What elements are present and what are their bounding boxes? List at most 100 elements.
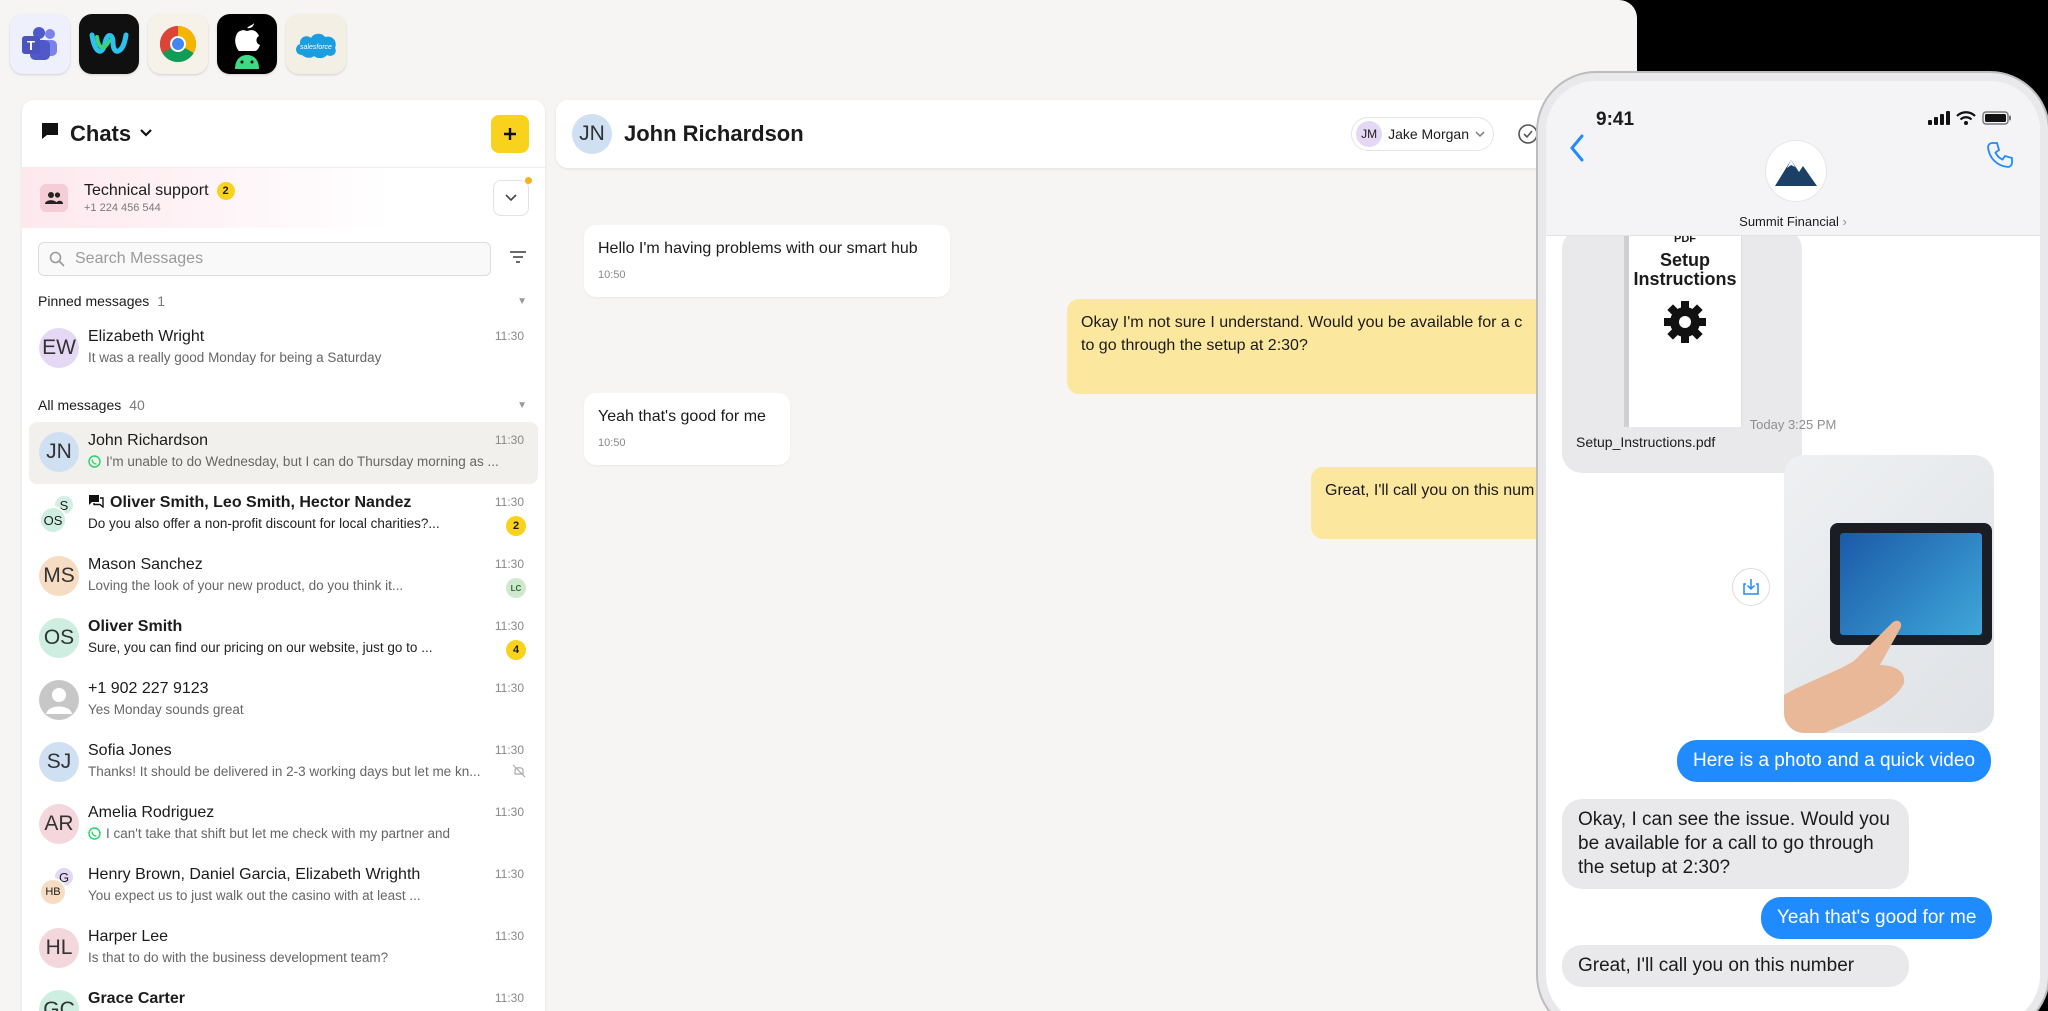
avatar: OS (39, 618, 79, 658)
apple-android-icon[interactable] (217, 14, 277, 74)
assignee-name: Jake Morgan (1388, 126, 1469, 142)
pinned-section-header[interactable]: Pinned messages 1 ▼ (22, 284, 545, 318)
status-icons (1928, 111, 2012, 125)
contact-name: Mason Sanchez (88, 556, 203, 573)
pdf-filename: Setup_Instructions.pdf (1576, 434, 1716, 450)
mountain-logo-icon (1775, 160, 1817, 186)
chats-panel: Chats Technical support 2 +1 224 456 544 (22, 100, 545, 1011)
gear-icon (1629, 299, 1741, 345)
all-messages-section-header[interactable]: All messages 40 ▼ (22, 388, 545, 422)
timestamp: 11:30 (494, 867, 524, 881)
outgoing-imessage: Yeah that's good for me (1761, 897, 1993, 939)
desktop-window: T salesforce Chats Technical support 2 +… (0, 0, 1637, 1011)
contact-name: John Richardson (88, 432, 209, 449)
inbox-unread-badge: 2 (216, 182, 235, 200)
chrome-icon[interactable] (148, 14, 208, 74)
caret-down-icon[interactable]: ▼ (517, 400, 527, 411)
list-item[interactable]: JN John Richardson I'm unable to do Wedn… (29, 422, 538, 484)
avatar: OS (39, 506, 67, 534)
caret-down-icon[interactable]: ▼ (517, 296, 527, 307)
search-row: Search Messages (22, 228, 545, 284)
salesforce-icon[interactable]: salesforce (286, 14, 346, 74)
list-item[interactable]: MS Mason Sanchez Loving the look of your… (29, 546, 538, 608)
timestamp: 11:30 (494, 433, 524, 447)
chevron-down-icon[interactable] (139, 125, 153, 143)
teams-icon[interactable]: T (10, 14, 70, 74)
list-item[interactable]: EW Elizabeth Wright It was a really good… (29, 318, 538, 380)
phone-mockup: PDF Setup Instructions Setup_Instruction… (1538, 73, 2048, 1011)
filter-icon[interactable] (509, 250, 527, 269)
group-avatar: S OS (39, 494, 79, 534)
whatsapp-icon (88, 455, 101, 468)
all-messages-count: 40 (129, 397, 145, 413)
inbox-selector[interactable]: Technical support 2 +1 224 456 544 (22, 168, 545, 228)
svg-text:T: T (27, 38, 35, 53)
inbox-name: Technical support (84, 182, 209, 199)
phone-call-icon[interactable] (1986, 141, 2014, 174)
contact-name: Oliver Smith, Leo Smith, Hector Nandez (88, 494, 526, 512)
list-item[interactable]: GC Grace Carter 11:30 (29, 980, 538, 1011)
chevron-down-icon (1475, 131, 1485, 137)
chats-title[interactable]: Chats (70, 121, 131, 147)
hand-icon (1784, 620, 1905, 733)
contact-name[interactable]: Summit Financial › (1546, 214, 2040, 229)
list-item[interactable]: G HB Henry Brown, Daniel Garcia, Elizabe… (29, 856, 538, 918)
muted-bell-icon (512, 764, 526, 783)
all-messages-label: All messages (38, 397, 122, 413)
search-icon (49, 251, 65, 267)
conversation-panel: JN John Richardson JM Jake Morgan Hello … (556, 100, 1637, 1011)
avatar: JM (1356, 121, 1383, 147)
list-item[interactable]: AR Amelia Rodriguez I can't take that sh… (29, 794, 538, 856)
list-item[interactable]: OS Oliver Smith Sure, you can find our p… (29, 608, 538, 670)
pinned-count: 1 (157, 293, 166, 309)
contact-name: Grace Carter (88, 990, 185, 1007)
download-button[interactable] (1732, 568, 1770, 606)
pdf-title: Setup Instructions (1633, 250, 1737, 289)
pdf-attachment[interactable]: PDF Setup Instructions Setup_Instruction… (1562, 229, 1802, 473)
outgoing-imessage: Here is a photo and a quick video (1677, 740, 1992, 782)
message-preview: Yes Monday sounds great (88, 702, 244, 717)
contact-name: Henry Brown, Daniel Garcia, Elizabeth Wr… (88, 866, 421, 883)
timestamp: 11:30 (494, 495, 524, 509)
status-time: 9:41 (1596, 109, 1635, 130)
message-preview: It was a really good Monday for being a … (88, 350, 382, 365)
group-icon (40, 184, 68, 212)
download-icon (1743, 579, 1759, 595)
contact-logo[interactable] (1766, 141, 1826, 201)
contact-name: Harper Lee (88, 928, 169, 945)
svg-text:salesforce: salesforce (300, 44, 332, 51)
message-preview: Thanks! It should be delivered in 2-3 wo… (88, 764, 481, 779)
message-preview: Do you also offer a non-profit discount … (88, 516, 440, 531)
new-chat-button[interactable] (491, 114, 529, 153)
avatar: JN (39, 432, 79, 472)
conversation-header: JN John Richardson JM Jake Morgan (556, 100, 1637, 168)
timestamp: 11:30 (494, 557, 524, 571)
pinned-label: Pinned messages (38, 293, 150, 309)
inbox-dropdown-button[interactable] (493, 177, 532, 216)
unread-badge: 2 (506, 516, 526, 536)
search-placeholder: Search Messages (75, 250, 204, 267)
back-chevron-icon[interactable] (1568, 133, 1586, 168)
group-chat-icon (89, 495, 104, 509)
whatsapp-icon (88, 827, 101, 840)
list-item[interactable]: SJ Sofia Jones Thanks! It should be deli… (29, 732, 538, 794)
avatar: AR (39, 804, 79, 844)
search-input[interactable]: Search Messages (38, 242, 491, 276)
message-text: Okay I'm not sure I understand. Would yo… (1081, 314, 1523, 331)
avatar: HB (39, 878, 67, 906)
list-item[interactable]: +1 902 227 9123 Yes Monday sounds great … (29, 670, 538, 732)
chat-bubble-icon (40, 121, 60, 146)
message-text-line2: to go through the setup at 2:30? (1081, 337, 1308, 354)
contact-name: Sofia Jones (88, 742, 172, 759)
assignee-dropdown[interactable]: JM Jake Morgan (1351, 117, 1494, 151)
photo-attachment[interactable] (1784, 455, 1994, 733)
plus-icon (504, 127, 516, 140)
timestamp: 11:30 (494, 619, 524, 633)
timestamp: 11:30 (494, 329, 524, 343)
list-item[interactable]: S OS Oliver Smith, Leo Smith, Hector Nan… (29, 484, 538, 546)
webex-icon[interactable] (79, 14, 139, 74)
incoming-imessage: Okay, I can see the issue. Would you be … (1562, 799, 1909, 889)
date-separator: Today 3:25 PM (1749, 417, 1837, 432)
list-item[interactable]: HL Harper Lee Is that to do with the bus… (29, 918, 538, 980)
notification-dot (525, 177, 532, 184)
